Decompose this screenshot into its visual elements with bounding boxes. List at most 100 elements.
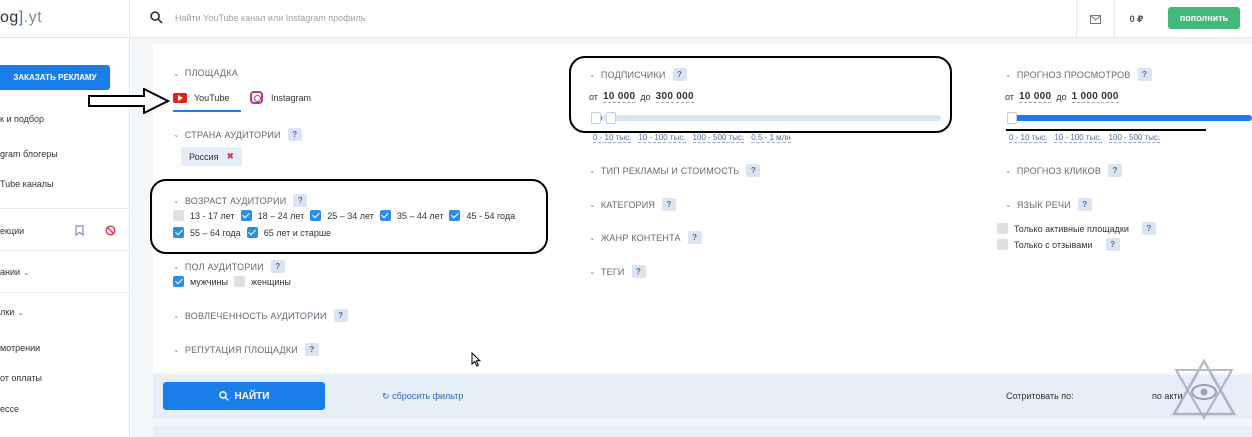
section-audience-gender[interactable]: ⌄ ПОЛ АУДИТОРИИ? <box>173 260 285 273</box>
section-category[interactable]: ⌄ КАТЕГОРИЯ? <box>589 198 677 211</box>
chevron-down-icon: ⌄ <box>589 267 596 276</box>
views-to-value[interactable]: 1 000 000 <box>1071 91 1119 103</box>
help-icon[interactable]: ? <box>333 309 348 322</box>
section-tags[interactable]: ⌄ ТЕГИ? <box>589 265 646 278</box>
chevron-down-icon: ⌄ <box>173 262 180 271</box>
sidebar-item-instagram-bloggers[interactable]: gram блогеры <box>0 149 130 159</box>
results-area-top <box>153 426 1252 437</box>
logo-main: og <box>0 9 19 26</box>
preset-link[interactable]: 0 - 10 тыс. <box>593 133 632 143</box>
with-reviews-checkbox[interactable]: Только с отзывами <box>997 239 1093 250</box>
order-ad-button[interactable]: ЗАКАЗАТЬ РЕКЛАМУ <box>0 65 110 90</box>
views-slider-min-handle[interactable] <box>1007 112 1017 124</box>
section-platform[interactable]: ⌄ ПЛОЩАДКА <box>173 68 238 78</box>
block-icon[interactable] <box>105 225 116 236</box>
preset-link[interactable]: 10 - 100 тыс. <box>638 133 686 143</box>
sidebar-item-review[interactable]: мотрении <box>0 343 130 353</box>
help-icon[interactable]: ? <box>270 260 285 273</box>
chevron-down-icon: ⌄ <box>1005 166 1012 175</box>
help-icon[interactable]: ? <box>1105 238 1120 251</box>
help-icon[interactable]: ? <box>746 164 761 177</box>
tab-youtube[interactable]: YouTube <box>173 93 229 103</box>
section-title: ТЕГИ <box>600 266 625 277</box>
views-from-value[interactable]: 10 000 <box>1018 91 1052 103</box>
search-icon <box>218 391 229 401</box>
checkbox-box <box>173 276 184 287</box>
checkbox-box <box>997 239 1008 250</box>
sidebar-item-label: екции <box>0 226 25 236</box>
checkbox-label: женщины <box>250 276 291 287</box>
section-views-forecast[interactable]: ⌄ ПРОГНОЗ ПРОСМОТРОВ? <box>1005 68 1152 81</box>
views-slider-fill <box>1009 115 1252 121</box>
gender-options: мужчины женщины <box>173 276 297 287</box>
topup-button[interactable]: пополнить <box>1168 7 1240 29</box>
annotation-box-age <box>150 179 548 254</box>
preset-link[interactable]: 0.5 - 1 млн <box>751 133 791 143</box>
chevron-down-icon: ⌄ <box>589 166 596 175</box>
section-speech-language[interactable]: ⌄ ЯЗЫК РЕЧИ? <box>1005 198 1092 211</box>
subscribers-presets: 0 - 10 тыс. 10 - 100 тыс. 100 - 500 тыс.… <box>593 133 791 143</box>
section-title: ЯЗЫК РЕЧИ <box>1016 199 1071 210</box>
section-genre[interactable]: ⌄ ЖАНР КОНТЕНТА? <box>589 231 702 244</box>
reset-filter-link[interactable]: ↻ сбросить фильтр <box>382 391 463 402</box>
refresh-icon: ↻ <box>382 391 390 401</box>
tab-instagram[interactable]: Instagram <box>250 91 311 104</box>
section-title: ПРОГНОЗ КЛИКОВ <box>1016 165 1102 176</box>
sidebar-item-collections[interactable]: екции <box>0 225 130 236</box>
sidebar-item-deals[interactable]: лки ⌄ <box>0 307 130 317</box>
range-to-label: до <box>1056 92 1067 102</box>
sidebar-divider <box>0 208 130 209</box>
views-slider-track[interactable] <box>1007 112 1252 124</box>
country-tag[interactable]: Россия ✖ <box>181 147 243 166</box>
reset-label: сбросить фильтр <box>392 391 464 401</box>
logo-suffix: .yt <box>23 9 43 26</box>
sidebar-divider <box>0 250 130 251</box>
tab-active-indicator <box>173 110 241 112</box>
sidebar-item-label: мотрении <box>0 343 41 353</box>
section-clicks-forecast[interactable]: ⌄ ПРОГНОЗ КЛИКОВ? <box>1005 164 1123 177</box>
remove-icon[interactable]: ✖ <box>227 151 235 162</box>
help-icon[interactable]: ? <box>287 128 302 141</box>
gender-female-checkbox[interactable]: женщины <box>233 276 291 287</box>
search-input[interactable] <box>175 12 575 23</box>
sidebar-item-youtube-channels[interactable]: Tube каналы <box>0 179 130 189</box>
help-icon[interactable]: ? <box>687 231 702 244</box>
sidebar-divider <box>0 292 130 293</box>
sidebar-item-awaiting-payment[interactable]: от оплаты <box>0 373 130 383</box>
help-icon[interactable]: ? <box>1077 198 1092 211</box>
help-icon[interactable]: ? <box>631 265 646 278</box>
sidebar-item-label: к и подбор <box>0 114 45 124</box>
find-button[interactable]: НАЙТИ <box>163 382 325 410</box>
balance[interactable]: 0 ₽ <box>1114 0 1158 38</box>
help-icon[interactable]: ? <box>1108 164 1123 177</box>
messages-button[interactable] <box>1076 0 1114 38</box>
gender-male-checkbox[interactable]: мужчины <box>173 276 228 287</box>
logo[interactable]: og].yt <box>0 0 130 38</box>
section-engagement[interactable]: ⌄ ВОВЛЕЧЕННОСТЬ АУДИТОРИИ? <box>173 309 348 322</box>
preset-link[interactable]: 10 - 100 тыс. <box>1054 133 1102 143</box>
help-icon[interactable]: ? <box>1137 68 1152 81</box>
preset-link[interactable]: 0 - 10 тыс. <box>1009 133 1048 143</box>
section-ad-type[interactable]: ⌄ ТИП РЕКЛАМЫ И СТОИМОСТЬ? <box>589 164 761 177</box>
checkbox-box <box>233 276 245 287</box>
sidebar-item-campaigns[interactable]: ании ⌄ <box>0 267 130 277</box>
chevron-down-icon: ⌄ <box>1005 70 1012 79</box>
with-reviews-option: Только с отзывами? <box>997 238 1120 251</box>
help-icon[interactable]: ? <box>1141 222 1156 235</box>
checkbox-label: Только активные площадки <box>1014 223 1129 234</box>
bookmark-icon[interactable] <box>75 225 84 236</box>
help-icon[interactable]: ? <box>662 198 677 211</box>
views-range: от 10 000 до 1 000 000 <box>1005 91 1124 103</box>
preset-link[interactable]: 100 - 500 тыс. <box>692 133 745 143</box>
tab-label: YouTube <box>194 93 230 103</box>
sidebar-item-search[interactable]: к и подбор <box>0 114 130 124</box>
mail-icon <box>1090 14 1101 24</box>
help-icon[interactable]: ? <box>304 343 319 356</box>
preset-link[interactable]: 100 - 500 тыс. <box>1108 133 1161 143</box>
chevron-down-icon: ⌄ <box>1005 200 1012 209</box>
sidebar-item-in-progress[interactable]: есcе <box>0 404 130 414</box>
section-reputation[interactable]: ⌄ РЕПУТАЦИЯ ПЛОЩАДКИ? <box>173 343 319 356</box>
only-active-checkbox[interactable]: Только активные площадки <box>997 223 1129 234</box>
chevron-down-icon: ⌄ <box>23 267 30 277</box>
section-audience-country[interactable]: ⌄ СТРАНА АУДИТОРИИ? <box>173 128 302 141</box>
